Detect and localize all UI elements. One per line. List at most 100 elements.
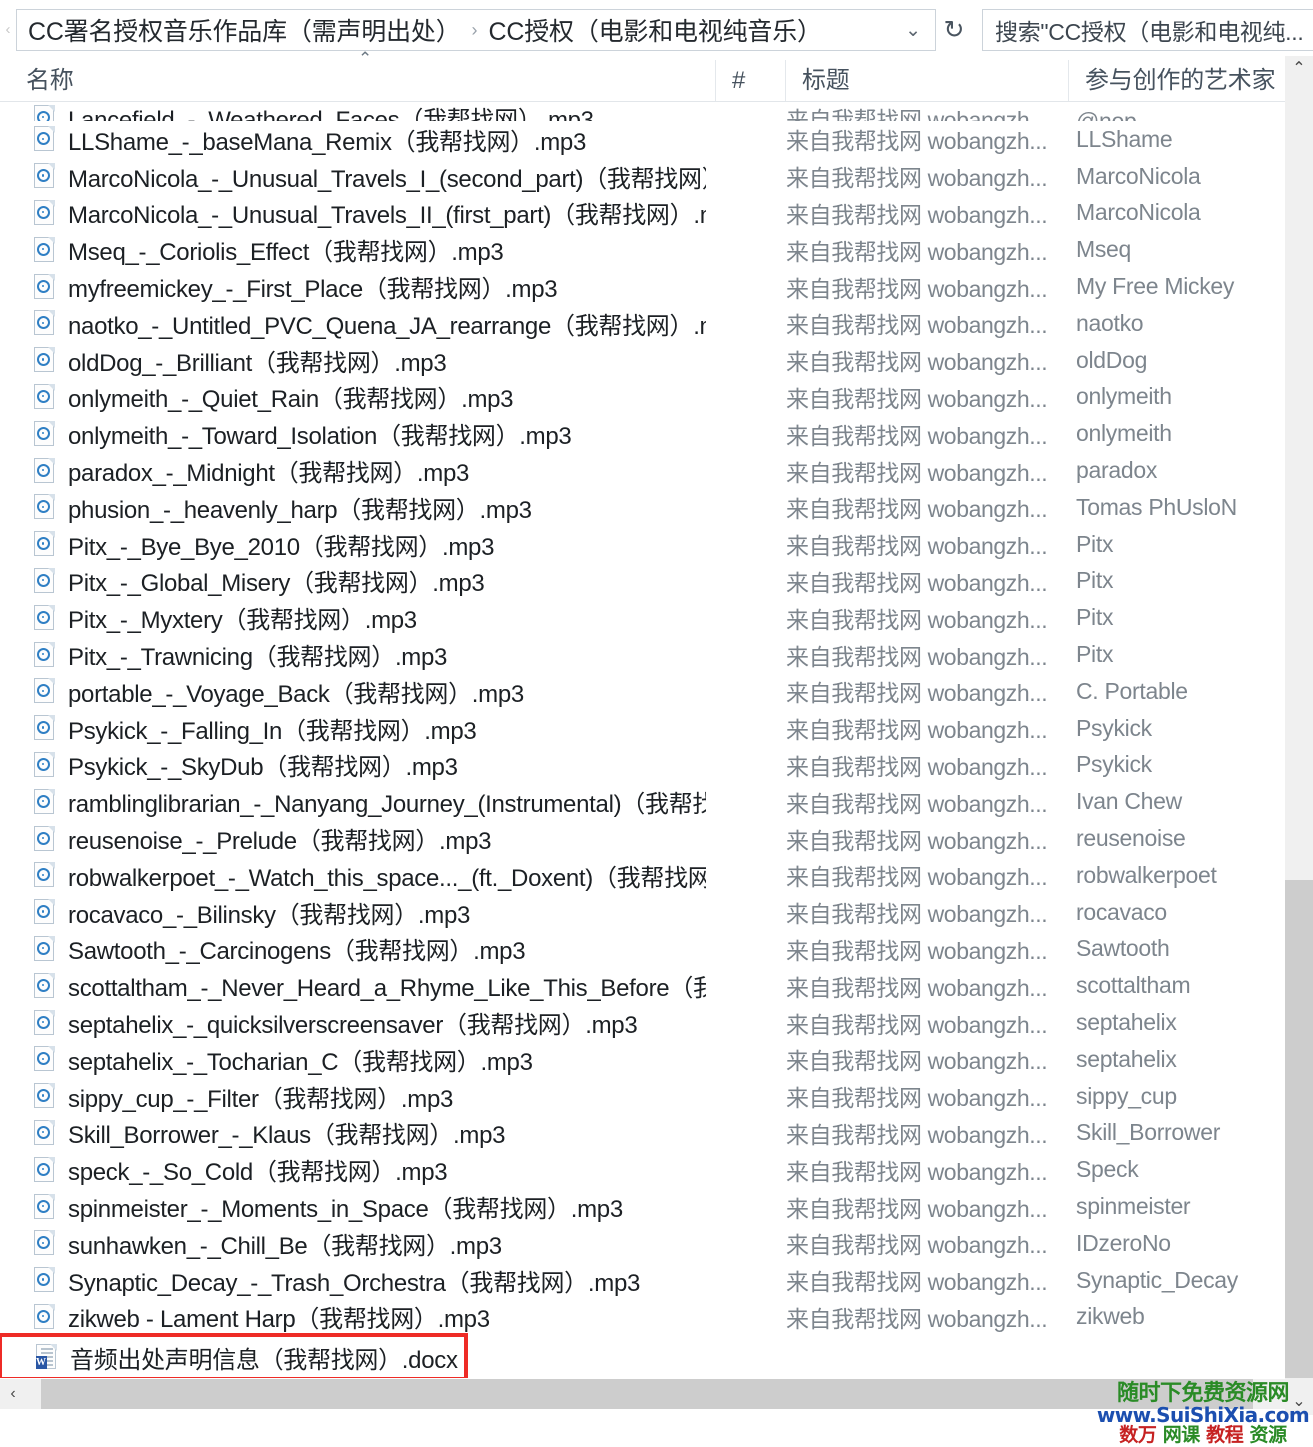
file-name-label: 音频出处声明信息（我帮找网）.docx: [70, 1346, 458, 1374]
file-name-cell[interactable]: onlymeith_-_Quiet_Rain（我帮找网）.mp3: [34, 379, 513, 414]
table-row[interactable]: onlymeith_-_Toward_Isolation（我帮找网）.mp3 来自…: [0, 415, 1291, 452]
refresh-icon[interactable]: ↻: [936, 15, 972, 45]
artist-cell: paradox: [1076, 457, 1158, 484]
file-name-cell[interactable]: rocavaco_-_Bilinsky（我帮找网）.mp3: [34, 895, 470, 930]
table-row[interactable]: septahelix_-_Tocharian_C（我帮找网）.mp3 来自我帮找网…: [0, 1041, 1291, 1078]
scroll-left-icon[interactable]: ‹: [0, 1379, 26, 1409]
table-row[interactable]: paradox_-_Midnight（我帮找网）.mp3 来自我帮找网 woban…: [0, 452, 1291, 489]
file-name-cell[interactable]: Psykick_-_Falling_In（我帮找网）.mp3: [34, 711, 476, 746]
table-row[interactable]: reusenoise_-_Prelude（我帮找网）.mp3 来自我帮找网 wob…: [0, 820, 1291, 857]
table-row[interactable]: Psykick_-_Falling_In（我帮找网）.mp3 来自我帮找网 wob…: [0, 710, 1291, 747]
back-navigation-icon[interactable]: ‹: [0, 8, 16, 52]
column-header-row: 名称 # 标题 参与创作的艺术家: [0, 60, 1291, 102]
file-name-cell[interactable]: portable_-_Voyage_Back（我帮找网）.mp3: [34, 674, 524, 709]
file-name-cell[interactable]: Mseq_-_Coriolis_Effect（我帮找网）.mp3: [34, 232, 503, 267]
file-name-cell[interactable]: septahelix_-_Tocharian_C（我帮找网）.mp3: [34, 1042, 533, 1077]
table-row[interactable]: Pitx_-_Bye_Bye_2010（我帮找网）.mp3 来自我帮找网 woba…: [0, 526, 1291, 563]
artist-cell: scottaltham: [1076, 972, 1191, 999]
table-row[interactable]: myfreemickey_-_First_Place（我帮找网）.mp3 来自我帮…: [0, 268, 1291, 305]
table-row[interactable]: sippy_cup_-_Filter（我帮找网）.mp3 来自我帮找网 woban…: [0, 1078, 1291, 1115]
table-row[interactable]: oldDog_-_Brilliant（我帮找网）.mp3 来自我帮找网 woban…: [0, 342, 1291, 379]
mp3-icon: [34, 678, 55, 704]
horizontal-scrollbar-thumb[interactable]: [41, 1379, 1253, 1409]
table-row[interactable]: rocavaco_-_Bilinsky（我帮找网）.mp3 来自我帮找网 woba…: [0, 894, 1291, 931]
file-name-cell[interactable]: Pitx_-_Bye_Bye_2010（我帮找网）.mp3: [34, 527, 494, 562]
mp3-icon: [34, 347, 55, 373]
file-name-cell[interactable]: scottaltham_-_Never_Heard_a_Rhyme_Like_T…: [34, 968, 706, 1003]
file-name-cell[interactable]: Skill_Borrower_-_Klaus（我帮找网）.mp3: [34, 1115, 505, 1150]
file-name-cell[interactable]: onlymeith_-_Toward_Isolation（我帮找网）.mp3: [34, 416, 571, 451]
file-name-cell[interactable]: sippy_cup_-_Filter（我帮找网）.mp3: [34, 1079, 453, 1114]
table-row[interactable]: MarcoNicola_-_Unusual_Travels_I_(second_…: [0, 158, 1291, 195]
vertical-scrollbar-thumb[interactable]: [1285, 880, 1313, 1378]
file-name-cell[interactable]: sunhawken_-_Chill_Be（我帮找网）.mp3: [34, 1226, 502, 1261]
artist-cell: Synaptic_Decay: [1076, 1266, 1238, 1293]
scroll-up-icon[interactable]: ⌃: [1285, 56, 1313, 82]
table-row[interactable]: LLShame_-_baseMana_Remix（我帮找网）.mp3 来自我帮找网…: [0, 121, 1291, 158]
table-row[interactable]: naotko_-_Untitled_PVC_Quena_JA_rearrange…: [0, 305, 1291, 342]
file-name-cell[interactable]: LLShame_-_baseMana_Remix（我帮找网）.mp3: [34, 122, 586, 157]
table-row[interactable]: phusion_-_heavenly_harp（我帮找网）.mp3 来自我帮找网 …: [0, 489, 1291, 526]
file-name-cell[interactable]: W 音频出处声明信息（我帮找网）.docx: [36, 1340, 458, 1375]
artist-cell: MarcoNicola: [1076, 162, 1201, 189]
file-name-cell[interactable]: phusion_-_heavenly_harp（我帮找网）.mp3: [34, 490, 532, 525]
file-name-cell[interactable]: paradox_-_Midnight（我帮找网）.mp3: [34, 453, 469, 488]
mp3-icon: [34, 972, 55, 999]
title-cell: 来自我帮找网 wobangzh...: [786, 1048, 1048, 1075]
table-row[interactable]: Pitx_-_Global_Misery（我帮找网）.mp3 来自我帮找网 wob…: [0, 563, 1291, 600]
file-name-cell[interactable]: septahelix_-_quicksilverscreensaver（我帮找网…: [34, 1005, 637, 1040]
file-name-cell[interactable]: oldDog_-_Brilliant（我帮找网）.mp3: [34, 343, 446, 378]
breadcrumb-item-root[interactable]: CC署名授权音乐作品库（需声明出处）: [17, 12, 461, 48]
file-name-cell[interactable]: spinmeister_-_Moments_in_Space（我帮找网）.mp3: [34, 1189, 623, 1224]
file-name-cell[interactable]: MarcoNicola_-_Unusual_Travels_I_(second_…: [34, 159, 706, 194]
file-name-cell[interactable]: Psykick_-_SkyDub（我帮找网）.mp3: [34, 747, 458, 782]
search-input[interactable]: 搜索"CC授权（电影和电视纯...: [983, 13, 1303, 47]
table-row[interactable]: Skill_Borrower_-_Klaus（我帮找网）.mp3 来自我帮找网 w…: [0, 1115, 1291, 1152]
search-box[interactable]: 搜索"CC授权（电影和电视纯... ⌕: [982, 9, 1313, 51]
table-row[interactable]: Lancefield_-_Weathered_Faces（我帮找网）.mp3 来自…: [0, 102, 1291, 121]
table-row[interactable]: spinmeister_-_Moments_in_Space（我帮找网）.mp3…: [0, 1188, 1291, 1225]
breadcrumb[interactable]: CC署名授权音乐作品库（需声明出处） › CC授权（电影和电视纯音乐） ⌄: [16, 9, 936, 51]
file-name-cell[interactable]: reusenoise_-_Prelude（我帮找网）.mp3: [34, 821, 491, 856]
file-list[interactable]: Lancefield_-_Weathered_Faces（我帮找网）.mp3 来自…: [0, 102, 1291, 1378]
file-name-cell[interactable]: zikweb - Lament Harp（我帮找网）.mp3: [34, 1299, 490, 1334]
breadcrumb-item-current[interactable]: CC授权（电影和电视纯音乐）: [489, 12, 823, 48]
file-name-cell[interactable]: Synaptic_Decay_-_Trash_Orchestra（我帮找网）.m…: [34, 1263, 640, 1298]
file-name-cell[interactable]: Pitx_-_Global_Misery（我帮找网）.mp3: [34, 563, 484, 598]
file-name-cell[interactable]: MarcoNicola_-_Unusual_Travels_II_(first_…: [34, 195, 706, 230]
table-row[interactable]: MarcoNicola_-_Unusual_Travels_II_(first_…: [0, 195, 1291, 232]
table-row[interactable]: W 音频出处声明信息（我帮找网）.docx: [0, 1333, 468, 1378]
file-name-cell[interactable]: naotko_-_Untitled_PVC_Quena_JA_rearrange…: [34, 306, 706, 341]
file-name-label: Pitx_-_Bye_Bye_2010（我帮找网）.mp3: [68, 533, 495, 561]
column-header-title[interactable]: 标题: [785, 60, 1085, 101]
file-name-cell[interactable]: Sawtooth_-_Carcinogens（我帮找网）.mp3: [34, 931, 525, 966]
vertical-scrollbar[interactable]: ⌃ ⌄: [1285, 56, 1313, 1415]
table-row[interactable]: Pitx_-_Trawnicing（我帮找网）.mp3 来自我帮找网 wobang…: [0, 636, 1291, 673]
table-row[interactable]: scottaltham_-_Never_Heard_a_Rhyme_Like_T…: [0, 967, 1291, 1004]
table-row[interactable]: Pitx_-_Myxtery（我帮找网）.mp3 来自我帮找网 wobangzh.…: [0, 599, 1291, 636]
title-cell: 来自我帮找网 wobangzh...: [786, 107, 1048, 121]
table-row[interactable]: Sawtooth_-_Carcinogens（我帮找网）.mp3 来自我帮找网 w…: [0, 931, 1291, 968]
file-name-cell[interactable]: Pitx_-_Myxtery（我帮找网）.mp3: [34, 600, 417, 635]
table-row[interactable]: Mseq_-_Coriolis_Effect（我帮找网）.mp3 来自我帮找网 w…: [0, 231, 1291, 268]
column-header-artist[interactable]: 参与创作的艺术家: [1068, 60, 1300, 101]
file-name-cell[interactable]: ramblinglibrarian_-_Nanyang_Journey_(Ins…: [34, 784, 706, 819]
chevron-down-icon[interactable]: ⌄: [905, 19, 935, 42]
file-name-cell[interactable]: Lancefield_-_Weathered_Faces（我帮找网）.mp3: [34, 102, 594, 121]
file-name-cell[interactable]: Pitx_-_Trawnicing（我帮找网）.mp3: [34, 637, 447, 672]
table-row[interactable]: zikweb - Lament Harp（我帮找网）.mp3 来自我帮找网 wob…: [0, 1299, 1291, 1336]
column-header-name[interactable]: 名称: [26, 60, 74, 101]
file-name-cell[interactable]: speck_-_So_Cold（我帮找网）.mp3: [34, 1152, 447, 1187]
table-row[interactable]: portable_-_Voyage_Back（我帮找网）.mp3 来自我帮找网 w…: [0, 673, 1291, 710]
table-row[interactable]: septahelix_-_quicksilverscreensaver（我帮找网…: [0, 1004, 1291, 1041]
table-row[interactable]: Synaptic_Decay_-_Trash_Orchestra（我帮找网）.m…: [0, 1262, 1291, 1299]
file-name-cell[interactable]: myfreemickey_-_First_Place（我帮找网）.mp3: [34, 269, 557, 304]
file-name-cell[interactable]: robwalkerpoet_-_Watch_this_space..._(ft.…: [34, 858, 706, 893]
table-row[interactable]: speck_-_So_Cold（我帮找网）.mp3 来自我帮找网 wobangzh…: [0, 1151, 1291, 1188]
table-row[interactable]: robwalkerpoet_-_Watch_this_space..._(ft.…: [0, 857, 1291, 894]
table-row[interactable]: Psykick_-_SkyDub（我帮找网）.mp3 来自我帮找网 wobangz…: [0, 747, 1291, 784]
table-row[interactable]: sunhawken_-_Chill_Be（我帮找网）.mp3 来自我帮找网 wob…: [0, 1225, 1291, 1262]
table-row[interactable]: onlymeith_-_Quiet_Rain（我帮找网）.mp3 来自我帮找网 w…: [0, 379, 1291, 416]
search-icon[interactable]: ⌕: [1303, 17, 1313, 43]
table-row[interactable]: ramblinglibrarian_-_Nanyang_Journey_(Ins…: [0, 783, 1291, 820]
